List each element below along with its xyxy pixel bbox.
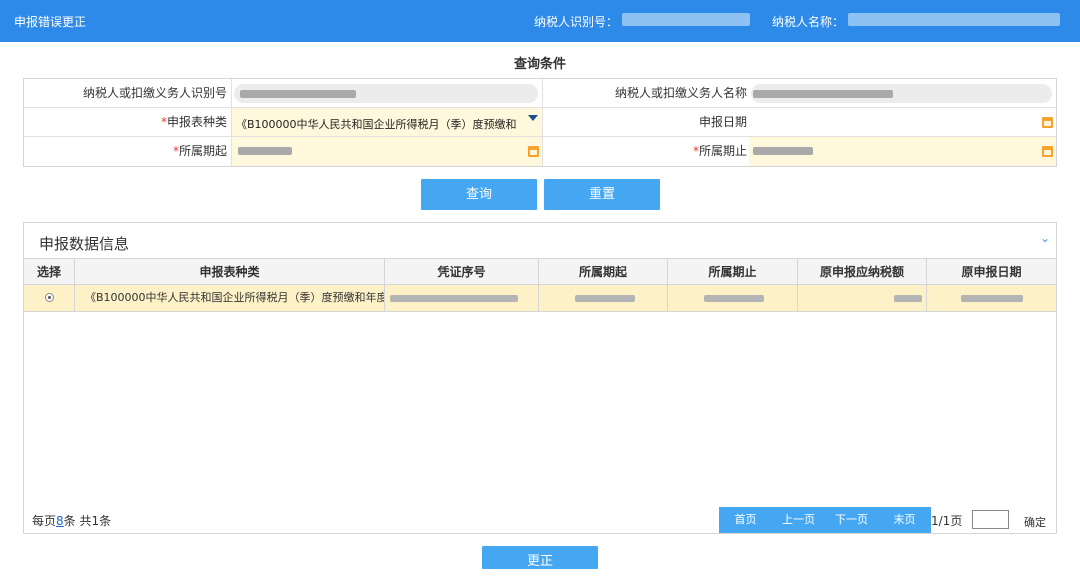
page-indicator: 1/1页 — [931, 514, 963, 528]
query-row-1: 纳税人或扣缴义务人识别号 纳税人或扣缴义务人名称 — [24, 79, 1056, 108]
query-form: 纳税人或扣缴义务人识别号 纳税人或扣缴义务人名称 *申报表种类 《B100000… — [23, 78, 1057, 167]
table-row[interactable]: 《B100000中华人民共和国企业所得税月（季）度预缴和年度纳... — [24, 285, 1056, 312]
column-header: 选择 — [24, 259, 75, 284]
row-select-cell[interactable] — [24, 285, 75, 311]
redacted-text — [704, 295, 764, 302]
chevron-down-icon[interactable]: ⌄ — [1040, 231, 1050, 245]
filing-date-field-label: 申报日期 — [698, 115, 747, 129]
taxpayer-name-field-label: 纳税人或扣缴义务人名称 — [614, 86, 747, 100]
period-end-cell — [668, 285, 798, 311]
calendar-icon[interactable] — [1042, 146, 1053, 157]
calendar-icon[interactable] — [1042, 117, 1053, 128]
period-start-field-label: *所属期起 — [24, 137, 232, 166]
taxpayer-id-field — [232, 79, 543, 107]
redacted-text — [575, 295, 635, 302]
next-page-button[interactable]: 下一页 — [825, 507, 878, 533]
page-size-link[interactable]: 8 — [56, 514, 64, 528]
filing-date-input[interactable] — [749, 108, 1056, 136]
first-page-button[interactable]: 首页 — [719, 507, 772, 533]
column-header: 凭证序号 — [385, 259, 539, 284]
go-page-button[interactable]: 确定 — [1024, 514, 1046, 530]
column-header: 所属期起 — [539, 259, 668, 284]
form-type-select-value: 《B100000中华人民共和国企业所得税月（季）度预缴和 — [236, 118, 517, 131]
taxpayer-id-field-label: 纳税人或扣缴义务人识别号 — [24, 79, 232, 107]
taxpayer-id-label: 纳税人识别号： — [534, 15, 619, 29]
query-section-title: 查询条件 — [513, 57, 566, 72]
taxpayer-name-readonly-box — [751, 84, 1052, 103]
column-header: 原申报应纳税额 — [798, 259, 927, 284]
form-type-field-label: *申报表种类 — [24, 108, 232, 136]
query-row-2: *申报表种类 《B100000中华人民共和国企业所得税月（季）度预缴和 申报日期 — [24, 108, 1056, 137]
redacted-text — [753, 90, 893, 98]
page-size-info: 每页8条 共1条 — [32, 514, 112, 528]
panel-title: 申报数据信息 — [39, 235, 130, 253]
form-type-cell: 《B100000中华人民共和国企业所得税月（季）度预缴和年度纳... — [75, 285, 385, 311]
grid-header-row: 选择 申报表种类 凭证序号 所属期起 所属期止 原申报应纳税额 原申报日期 — [24, 258, 1056, 285]
redacted-text — [238, 147, 292, 155]
redacted-text — [894, 295, 922, 302]
row-radio-button[interactable] — [44, 293, 54, 302]
page-number-input[interactable] — [972, 510, 1009, 529]
column-header: 原申报日期 — [961, 265, 1022, 279]
period-end-field-label: *所属期止 — [692, 144, 747, 158]
taxpayer-name-label: 纳税人名称： — [772, 15, 845, 29]
query-button[interactable]: 查询 — [421, 179, 537, 210]
period-start-cell — [539, 285, 668, 311]
declaration-data-panel: 申报数据信息 ⌄ 选择 申报表种类 凭证序号 所属期起 所属期止 原申报应纳税额… — [23, 222, 1057, 534]
original-tax-amount-cell — [798, 285, 927, 311]
panel-header: 申报数据信息 ⌄ — [24, 223, 1056, 258]
data-grid: 选择 申报表种类 凭证序号 所属期起 所属期止 原申报应纳税额 原申报日期 《B… — [24, 258, 1056, 312]
column-header: 申报表种类 — [75, 259, 385, 284]
taxpayer-id-value-redacted — [622, 13, 750, 26]
page-title: 申报错误更正 — [14, 15, 87, 29]
redacted-text — [390, 295, 518, 302]
reset-button[interactable]: 重置 — [544, 179, 660, 210]
query-row-3: *所属期起 *所属期止 — [24, 137, 1056, 166]
period-end-input[interactable] — [749, 137, 1056, 166]
last-page-button[interactable]: 末页 — [878, 507, 931, 533]
dropdown-caret-icon[interactable] — [528, 115, 538, 121]
prev-page-button[interactable]: 上一页 — [772, 507, 825, 533]
top-bar: 申报错误更正 纳税人识别号： 纳税人名称： — [0, 0, 1080, 42]
redacted-text — [961, 295, 1023, 302]
taxpayer-name-field — [749, 79, 1056, 107]
taxpayer-name-value-redacted — [848, 13, 1060, 26]
voucher-number-cell — [385, 285, 539, 311]
redacted-text — [240, 90, 356, 98]
calendar-icon[interactable] — [528, 146, 539, 157]
period-start-input[interactable] — [232, 137, 543, 166]
form-type-select[interactable]: 《B100000中华人民共和国企业所得税月（季）度预缴和 — [232, 108, 543, 136]
original-filing-date-cell — [927, 285, 1056, 311]
correct-button[interactable]: 更正 — [482, 546, 598, 569]
taxpayer-id-readonly-box — [234, 84, 538, 103]
column-header: 所属期止 — [668, 259, 798, 284]
redacted-text — [753, 147, 813, 155]
